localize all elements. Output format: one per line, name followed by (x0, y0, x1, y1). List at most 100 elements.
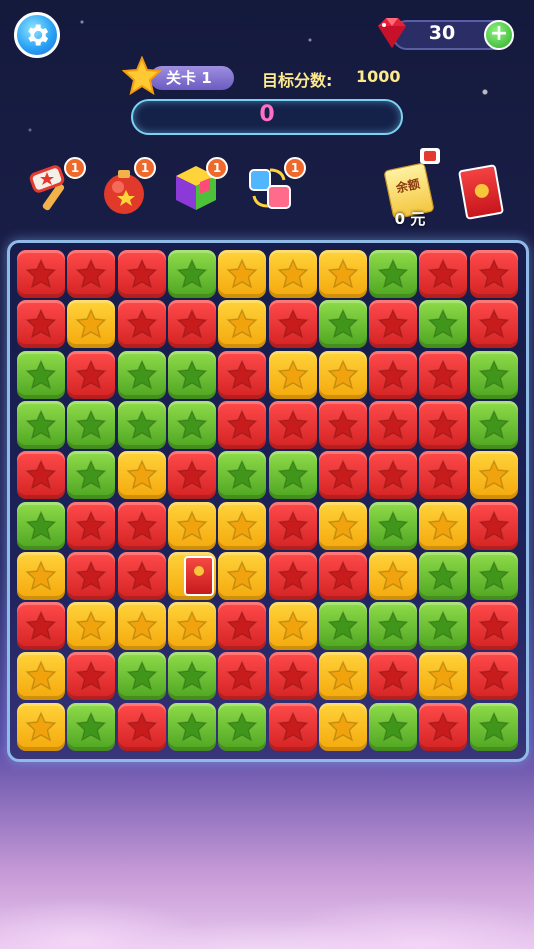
tile[interactable] (17, 602, 65, 651)
tile[interactable] (419, 451, 468, 500)
tile[interactable] (117, 451, 166, 500)
tile[interactable] (167, 702, 216, 751)
tile[interactable] (218, 602, 267, 651)
tile[interactable] (469, 602, 518, 651)
tile[interactable] (419, 551, 468, 600)
tile[interactable] (67, 451, 116, 500)
tile[interactable] (117, 250, 166, 298)
tile[interactable] (67, 702, 116, 751)
tile[interactable] (17, 652, 65, 701)
tile[interactable] (419, 501, 468, 550)
tile[interactable] (419, 602, 468, 651)
tile[interactable] (117, 501, 166, 550)
tile[interactable] (469, 551, 518, 600)
tile[interactable] (117, 702, 166, 751)
tile[interactable] (17, 501, 65, 550)
tile[interactable] (17, 551, 65, 600)
tile[interactable] (318, 551, 367, 600)
tile[interactable] (369, 250, 418, 298)
tile[interactable] (268, 652, 317, 701)
tile[interactable] (67, 652, 116, 701)
tile[interactable] (369, 551, 418, 600)
tile[interactable] (268, 400, 317, 449)
tile[interactable] (419, 652, 468, 701)
tile[interactable] (67, 551, 116, 600)
tile[interactable] (167, 602, 216, 651)
tile[interactable] (469, 501, 518, 550)
tile[interactable] (469, 250, 518, 298)
tile[interactable] (218, 300, 267, 349)
tile[interactable] (268, 451, 317, 500)
tile[interactable] (117, 400, 166, 449)
tile[interactable] (419, 350, 468, 399)
tile[interactable] (17, 702, 65, 751)
tile[interactable] (419, 250, 468, 298)
tile[interactable] (218, 501, 267, 550)
tile[interactable] (318, 350, 367, 399)
tile[interactable] (268, 300, 317, 349)
tile[interactable] (17, 250, 65, 298)
tile[interactable] (318, 501, 367, 550)
tile[interactable] (369, 400, 418, 449)
tile[interactable] (469, 702, 518, 751)
tile[interactable] (117, 551, 166, 600)
tile[interactable] (17, 451, 65, 500)
tile[interactable] (318, 602, 367, 651)
tile[interactable] (369, 652, 418, 701)
tile[interactable] (167, 451, 216, 500)
tile[interactable] (218, 652, 267, 701)
tile[interactable] (268, 501, 317, 550)
tile[interactable] (67, 300, 116, 349)
tile[interactable] (469, 350, 518, 399)
tile[interactable] (117, 602, 166, 651)
tile[interactable] (369, 602, 418, 651)
tile[interactable] (419, 400, 468, 449)
tile[interactable] (167, 300, 216, 349)
tile[interactable] (167, 250, 216, 298)
settings-button[interactable] (14, 12, 60, 58)
tile[interactable] (117, 300, 166, 349)
tile[interactable] (218, 400, 267, 449)
tile[interactable] (268, 602, 317, 651)
tile[interactable] (218, 350, 267, 399)
tile[interactable] (469, 451, 518, 500)
tile[interactable] (318, 400, 367, 449)
tile[interactable] (67, 400, 116, 449)
tile[interactable] (469, 400, 518, 449)
tile[interactable] (167, 400, 216, 449)
tile[interactable] (369, 702, 418, 751)
tile[interactable] (369, 300, 418, 349)
tile[interactable] (17, 300, 65, 349)
tile[interactable] (17, 350, 65, 399)
tile[interactable] (268, 702, 317, 751)
tile[interactable] (369, 451, 418, 500)
tile[interactable] (369, 350, 418, 399)
tile[interactable] (167, 501, 216, 550)
tile[interactable] (17, 400, 65, 449)
add-gems-button[interactable]: + (484, 20, 514, 50)
tile[interactable] (318, 300, 367, 349)
tile[interactable] (117, 652, 166, 701)
tile[interactable] (318, 702, 367, 751)
tile[interactable] (318, 250, 367, 298)
tile[interactable] (67, 602, 116, 651)
tile[interactable] (419, 702, 468, 751)
tile[interactable] (218, 250, 267, 298)
tile[interactable] (218, 702, 267, 751)
tile[interactable] (419, 300, 468, 349)
tile[interactable] (318, 652, 367, 701)
tile[interactable] (318, 451, 367, 500)
tile[interactable] (469, 652, 518, 701)
tile[interactable] (117, 350, 166, 399)
tile[interactable] (67, 350, 116, 399)
tile[interactable] (67, 501, 116, 550)
tile[interactable] (218, 551, 267, 600)
tile[interactable] (268, 250, 317, 298)
tile[interactable] (167, 350, 216, 399)
tile[interactable] (369, 501, 418, 550)
tile[interactable] (67, 250, 116, 298)
tile[interactable] (469, 300, 518, 349)
tile[interactable] (218, 451, 267, 500)
tile[interactable] (268, 551, 317, 600)
red-envelope-tile[interactable] (167, 551, 216, 600)
